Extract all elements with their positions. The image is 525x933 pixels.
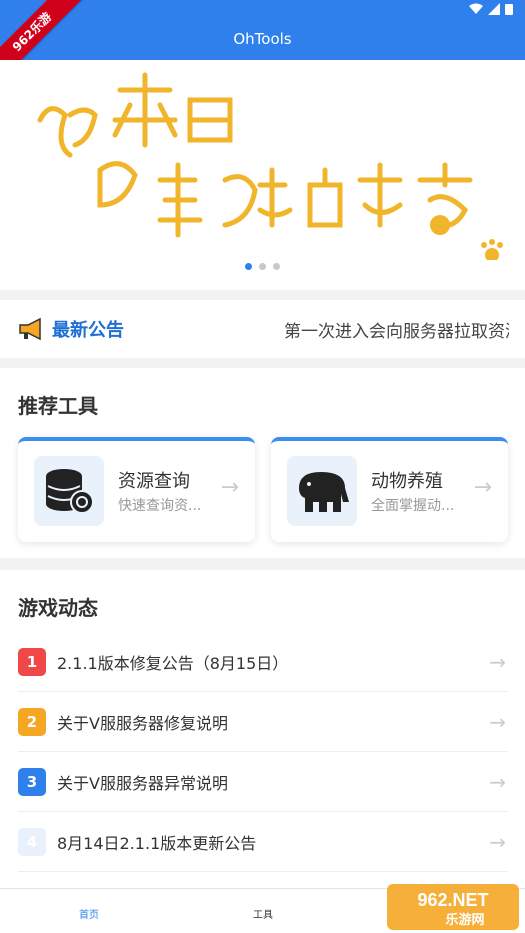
carousel-dot[interactable] [273,263,280,270]
tool-card-animal-farming[interactable]: 动物养殖 全面掌握动... → [271,437,508,542]
banner-carousel[interactable] [0,60,525,290]
battery-icon [505,4,513,15]
carousel-dot[interactable] [259,263,266,270]
carousel-dot[interactable] [245,263,252,270]
news-title: 2.1.1版本修复公告（8月15日） [57,653,289,673]
news-title: 8月14日2.1.1版本更新公告 [57,833,257,853]
tab-home[interactable]: 首页 [79,906,99,921]
announcement-bar[interactable]: 最新公告 第一次进入会向服务器拉取资源 [0,300,525,358]
rank-badge: 4 [18,827,46,856]
status-bar [469,3,513,15]
wifi-icon [469,3,483,14]
app-title: OhTools [233,30,292,48]
database-search-icon [46,469,94,514]
arrow-right-icon: → [489,829,506,854]
news-item[interactable]: 3 关于V服服务器异常说明 → [18,752,508,812]
rank-badge: 2 [18,707,46,736]
watermark-brand: 962.NET [417,890,488,910]
arrow-right-icon: → [489,769,506,794]
recommended-tools-section: 推荐工具 资源查询 快速查询资... → 动物养殖 全面掌握动... → [0,368,525,558]
tab-tools[interactable]: 工具 [253,906,273,921]
news-item[interactable]: 2 关于V服服务器修复说明 → [18,692,508,752]
arrow-right-icon: → [220,475,239,500]
signal-icon [488,3,500,15]
carousel-dots [0,263,525,270]
tool-icon-box [34,456,104,526]
news-title: 关于V服服务器异常说明 [57,773,228,793]
rank-badge: 1 [18,647,46,676]
site-watermark-logo: 962.NET 乐游网 [387,884,519,930]
announcement-label: 最新公告 [52,320,124,341]
section-title: 推荐工具 [18,394,98,418]
megaphone-icon [19,317,41,341]
app-bar: OhTools [0,0,525,60]
tool-name: 动物养殖 [371,471,443,492]
banner-art [37,72,503,260]
news-item[interactable]: 1 2.1.1版本修复公告（8月15日） → [18,632,508,692]
rank-badge: 3 [18,767,46,796]
tool-desc: 全面掌握动... [371,498,455,514]
watermark-sub: 乐游网 [445,912,484,928]
news-item[interactable]: 4 8月14日2.1.1版本更新公告 → [18,812,508,872]
elephant-icon [299,472,349,512]
arrow-right-icon: → [489,709,506,734]
tool-desc: 快速查询资... [118,498,202,514]
tool-card-resource-query[interactable]: 资源查询 快速查询资... → [18,437,255,542]
arrow-right-icon: → [473,475,492,500]
game-news-section: 游戏动态 1 2.1.1版本修复公告（8月15日） → 2 关于V服服务器修复说… [0,570,525,890]
news-title: 关于V服服务器修复说明 [57,713,228,733]
announcement-text[interactable]: 第一次进入会向服务器拉取资源 [284,317,509,342]
section-title: 游戏动态 [18,596,98,620]
tool-name: 资源查询 [118,471,190,492]
tool-icon-box [287,456,357,526]
arrow-right-icon: → [489,649,506,674]
